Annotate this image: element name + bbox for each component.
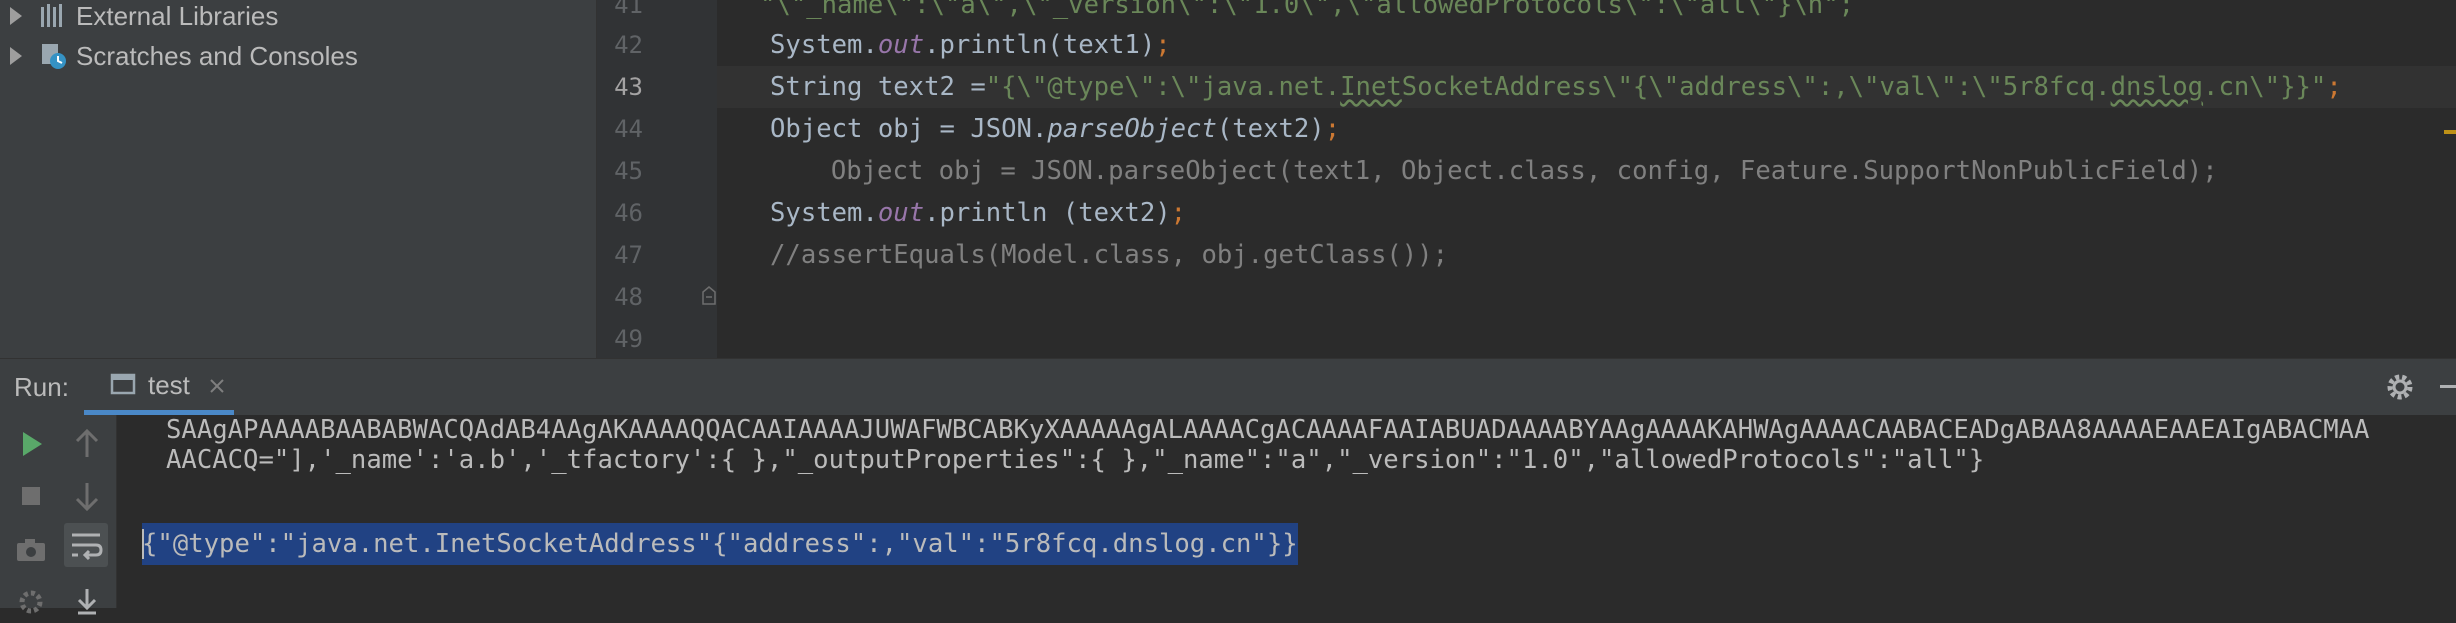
- text-cursor: [142, 529, 144, 559]
- code-token: .println (text2): [924, 198, 1171, 228]
- editor-scroll-marker: [2444, 130, 2456, 134]
- scroll-to-end-icon[interactable]: [70, 585, 104, 619]
- line-number: 49: [614, 325, 643, 353]
- line-number: 46: [614, 199, 643, 227]
- tree-item-label: Scratches and Consoles: [76, 40, 358, 71]
- tree-item-label: External Libraries: [76, 0, 279, 31]
- expand-arrow-icon[interactable]: [10, 47, 22, 65]
- code-line-44[interactable]: Object obj = JSON.parseObject(text2);: [770, 108, 1340, 150]
- settings-icon[interactable]: [14, 585, 48, 619]
- gear-icon[interactable]: [2384, 371, 2416, 407]
- code-token-string: Inet: [1340, 72, 1402, 102]
- fold-marker-icon[interactable]: [701, 284, 717, 310]
- editor-gutter[interactable]: 41 42 43 44 45 46 47 48 49: [597, 0, 717, 358]
- code-token: .println(text1): [924, 30, 1156, 60]
- run-toolbar: [0, 415, 117, 615]
- project-tool-window: External Libraries Scratches and Console…: [0, 0, 597, 358]
- code-token: System.: [770, 198, 878, 228]
- code-token-field: out: [877, 198, 925, 228]
- tree-item-external-libraries[interactable]: External Libraries: [0, 0, 278, 36]
- code-token-string: "{\"@type\":\"java.net.: [985, 72, 1341, 102]
- arrow-up-icon[interactable]: [70, 427, 104, 461]
- tab-label: test: [148, 370, 190, 400]
- code-token-string: .cn\"}}": [2203, 72, 2327, 102]
- code-token-keyword: ;: [1324, 114, 1341, 144]
- code-line-46[interactable]: System.out.println (text2);: [770, 192, 1186, 234]
- code-token: Object obj = JSON.: [770, 114, 1048, 144]
- line-number: 45: [614, 157, 643, 185]
- code-line-42[interactable]: System.out.println(text1);: [770, 24, 1171, 66]
- arrow-down-icon[interactable]: [70, 479, 104, 513]
- code-token: (text2): [1216, 114, 1325, 144]
- code-line-45[interactable]: Object obj = JSON.parseObject(text1, Obj…: [800, 150, 2218, 192]
- code-token-field: out: [877, 30, 925, 60]
- line-number: 47: [614, 241, 643, 269]
- soft-wrap-icon[interactable]: [64, 523, 108, 567]
- console-output[interactable]: SAAgAPAAAABAABABWACQAdAB4AAgAKAAAAQQACAA…: [117, 415, 2456, 608]
- line-number: 41: [614, 0, 643, 19]
- run-label: Run:: [14, 372, 69, 402]
- expand-arrow-icon[interactable]: [10, 7, 22, 25]
- code-token-method: parseObject: [1047, 114, 1217, 144]
- console-line-selected[interactable]: {"@type":"java.net.InetSocketAddress"{"a…: [142, 523, 1298, 565]
- rerun-icon[interactable]: [14, 427, 48, 461]
- code-line-41[interactable]: "\"_name\":\"a\",\"_version\":\"1.0\",\"…: [760, 0, 1854, 26]
- tree-item-scratches-and-consoles[interactable]: Scratches and Consoles: [0, 36, 358, 76]
- line-number: 48: [614, 283, 643, 311]
- code-token-string: dnslog: [2110, 72, 2204, 102]
- run-tool-window-header: Run: test: [0, 358, 2456, 416]
- close-icon[interactable]: [208, 377, 226, 399]
- code-token-keyword: ;: [1155, 30, 1171, 60]
- scratches-icon: [38, 41, 68, 71]
- code-token-keyword: ;: [1170, 198, 1187, 228]
- code-token: String text2 =: [770, 72, 986, 102]
- code-token-string: SocketAddress\"{\"address\":,\"val\":\"5…: [1401, 72, 2111, 102]
- library-icon: [38, 1, 68, 31]
- tab-test[interactable]: test: [84, 359, 234, 415]
- line-number-current: 43: [614, 73, 643, 101]
- code-token: System.: [770, 30, 878, 60]
- code-token-keyword: ;: [2326, 72, 2342, 102]
- console-line[interactable]: AACACQ="],'_name':'a.b','_tfactory':{ },…: [166, 439, 1984, 481]
- camera-icon[interactable]: [14, 533, 48, 567]
- code-line-47[interactable]: //assertEquals(Model.class, obj.getClass…: [770, 234, 1448, 276]
- stop-icon[interactable]: [14, 479, 48, 513]
- line-number: 42: [614, 31, 643, 59]
- code-editor[interactable]: 41 42 43 44 45 46 47 48 49 "\"_name\":\"…: [597, 0, 2456, 358]
- line-number: 44: [614, 115, 643, 143]
- run-config-icon: [110, 373, 138, 403]
- minimize-icon[interactable]: [2440, 385, 2456, 388]
- code-line-43[interactable]: String text2 ="{\"@type\":\"java.net.Ine…: [770, 66, 2342, 108]
